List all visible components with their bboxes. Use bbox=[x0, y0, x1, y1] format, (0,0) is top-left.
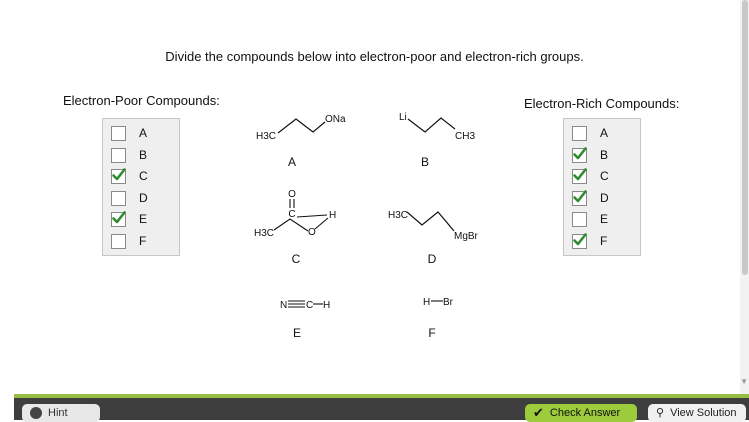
check-answer-button[interactable]: ✔ Check Answer bbox=[525, 404, 637, 422]
compound-c-c: C bbox=[288, 209, 295, 220]
poor-letter-e: E bbox=[139, 212, 148, 226]
rich-option-f[interactable]: F bbox=[572, 231, 607, 251]
view-solution-label: View Solution bbox=[670, 407, 737, 419]
checkmark-icon bbox=[112, 210, 126, 223]
rich-checkbox-f[interactable] bbox=[572, 232, 587, 249]
compound-f-br: Br bbox=[443, 297, 454, 308]
rich-letter-c: C bbox=[600, 169, 609, 183]
compound-b-ch3: CH3 bbox=[455, 131, 475, 142]
poor-checkbox-b[interactable] bbox=[111, 147, 126, 163]
compound-d-mgbr: MgBr bbox=[454, 231, 479, 242]
rich-checkbox-c[interactable] bbox=[572, 167, 587, 184]
hint-button[interactable]: Hint bbox=[22, 404, 100, 422]
compound-e-label: E bbox=[293, 326, 301, 340]
compound-c-h: H bbox=[329, 210, 336, 221]
poor-option-b[interactable]: B bbox=[111, 145, 147, 165]
rich-letter-f: F bbox=[600, 234, 608, 248]
compound-c-h3c: H3C bbox=[254, 228, 274, 239]
electron-poor-title: Electron-Poor Compounds: bbox=[63, 93, 220, 108]
poor-checkbox-d[interactable] bbox=[111, 190, 126, 206]
rich-option-d[interactable]: D bbox=[572, 188, 609, 208]
poor-checkbox-e[interactable] bbox=[111, 210, 126, 227]
electron-rich-title: Electron-Rich Compounds: bbox=[524, 96, 680, 111]
poor-checkbox-c[interactable] bbox=[111, 167, 126, 184]
instruction-text: Divide the compounds below into electron… bbox=[165, 49, 584, 64]
compound-a-ona: ONa bbox=[325, 114, 346, 125]
compound-e-c: C bbox=[306, 300, 313, 311]
rich-checkbox-e[interactable] bbox=[572, 211, 587, 227]
view-solution-button[interactable]: ⚲ View Solution bbox=[648, 404, 746, 422]
poor-letter-d: D bbox=[139, 191, 148, 205]
rich-checkbox-d[interactable] bbox=[572, 189, 587, 206]
scroll-down-arrow-icon[interactable]: ▼ bbox=[740, 378, 748, 386]
checkmark-icon bbox=[573, 146, 587, 159]
poor-letter-a: A bbox=[139, 126, 148, 140]
compound-c-label: C bbox=[292, 252, 301, 266]
compound-a-structure: H3C ONa A bbox=[256, 114, 346, 169]
checkmark-icon bbox=[112, 167, 126, 180]
rich-letter-d: D bbox=[600, 191, 609, 205]
hint-label: Hint bbox=[48, 407, 68, 419]
compound-b-li: Li bbox=[399, 112, 407, 123]
poor-letter-b: B bbox=[139, 148, 148, 162]
footer-bar bbox=[14, 398, 749, 420]
rich-option-b[interactable]: B bbox=[572, 145, 608, 165]
electron-rich-box: A B C D E F bbox=[563, 118, 641, 256]
rich-checkbox-b[interactable] bbox=[572, 146, 587, 163]
poor-checkbox-a[interactable] bbox=[111, 125, 126, 141]
poor-option-c[interactable]: C bbox=[111, 166, 148, 186]
compound-structures: H3C ONa A Li CH3 B O C H H3C O C H3C MgB… bbox=[254, 112, 479, 340]
rich-letter-b: B bbox=[600, 148, 609, 162]
rich-checkbox-a[interactable] bbox=[572, 125, 587, 141]
poor-option-f[interactable]: F bbox=[111, 231, 146, 251]
compound-c-o-top: O bbox=[288, 189, 296, 200]
compound-f-h: H bbox=[423, 297, 430, 308]
poor-letter-c: C bbox=[139, 169, 148, 183]
rich-option-c[interactable]: C bbox=[572, 166, 609, 186]
rich-option-a[interactable]: A bbox=[572, 123, 608, 143]
check-answer-label: Check Answer bbox=[549, 407, 621, 419]
poor-option-d[interactable]: D bbox=[111, 188, 148, 208]
rich-option-e[interactable]: E bbox=[572, 209, 608, 229]
location-pin-icon: ⚲ bbox=[656, 406, 665, 419]
compound-b-structure: Li CH3 B bbox=[399, 112, 475, 169]
rich-letter-e: E bbox=[600, 212, 609, 226]
poor-option-a[interactable]: A bbox=[111, 123, 147, 143]
compound-f-label: F bbox=[428, 326, 435, 340]
compound-f-structure: H Br F bbox=[423, 297, 454, 340]
poor-letter-f: F bbox=[139, 234, 147, 248]
compound-c-structure: O C H H3C O C bbox=[254, 189, 336, 266]
electron-poor-box: A B C D E F bbox=[102, 118, 180, 256]
compound-d-h3c: H3C bbox=[388, 210, 408, 221]
checkmark-icon bbox=[573, 167, 587, 180]
scrollbar-thumb[interactable] bbox=[742, 0, 748, 275]
rich-letter-a: A bbox=[600, 126, 609, 140]
compound-e-h: H bbox=[323, 300, 330, 311]
compound-a-h3c: H3C bbox=[256, 131, 276, 142]
hint-icon bbox=[30, 407, 42, 419]
poor-option-e[interactable]: E bbox=[111, 209, 147, 229]
compound-a-label: A bbox=[288, 155, 296, 169]
checkmark-icon bbox=[573, 189, 587, 202]
compound-e-structure: N C H E bbox=[280, 300, 330, 340]
compound-d-label: D bbox=[428, 252, 437, 266]
compound-e-n: N bbox=[280, 300, 287, 311]
poor-checkbox-f[interactable] bbox=[111, 233, 126, 249]
compound-d-structure: H3C MgBr D bbox=[388, 210, 479, 266]
compound-b-label: B bbox=[421, 155, 429, 169]
checkmark-icon: ✔ bbox=[533, 405, 544, 420]
checkmark-icon bbox=[573, 232, 587, 245]
